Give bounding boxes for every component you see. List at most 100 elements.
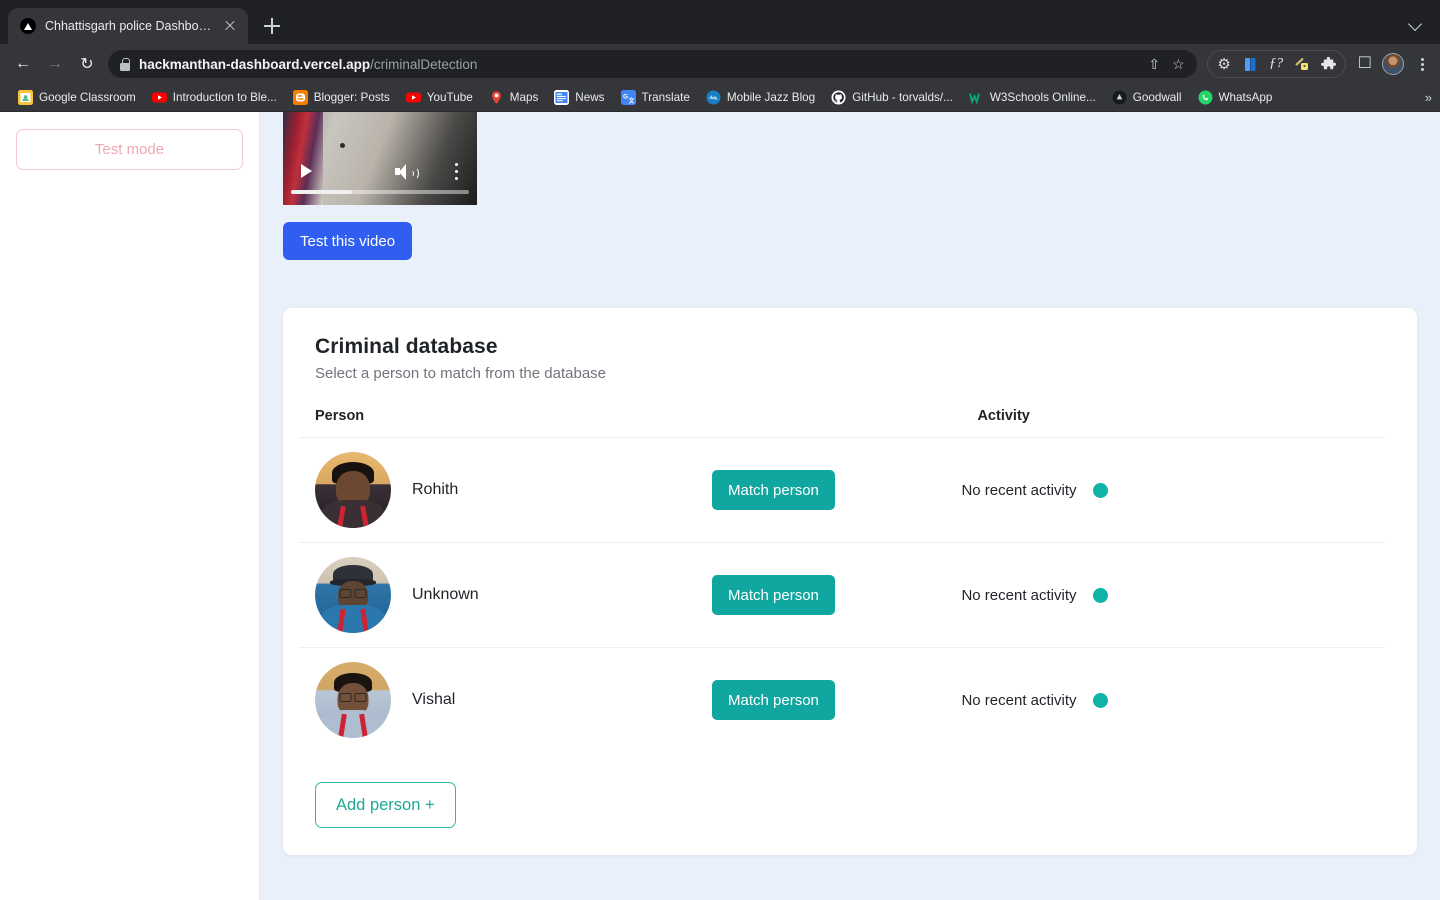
- bookmark-item[interactable]: News: [546, 87, 612, 109]
- bookmark-item[interactable]: GitHub - torvalds/...: [823, 87, 961, 109]
- card-title: Criminal database: [315, 335, 498, 358]
- lock-icon: [120, 58, 130, 71]
- activity-text: No recent activity: [961, 481, 1077, 499]
- new-tab-button[interactable]: [258, 12, 286, 40]
- avatar: [315, 452, 391, 528]
- function-icon[interactable]: ƒ?: [1268, 56, 1285, 73]
- bookmark-item[interactable]: W3Schools Online...: [961, 87, 1104, 109]
- browser-toolbar: ← → ↻ hackmanthan-dashboard.vercel.app/c…: [0, 44, 1440, 84]
- w3schools-icon: [968, 90, 984, 105]
- bookmark-label: WhatsApp: [1218, 91, 1273, 104]
- tab-strip: Chhattisgarh police Dashboard: [0, 0, 1440, 44]
- reload-icon[interactable]: ↻: [72, 49, 102, 79]
- omnibox-actions: ⇧ ☆: [1138, 57, 1184, 71]
- puzzle-piece-icon[interactable]: [1320, 56, 1337, 73]
- status-badge: [1092, 692, 1108, 708]
- bookmark-label: GitHub - torvalds/...: [852, 91, 953, 104]
- add-person-button[interactable]: Add person +: [315, 782, 456, 828]
- person-cell: Unknown Match person: [299, 542, 962, 648]
- browser-window: Chhattisgarh police Dashboard ← → ↻ hack…: [0, 0, 1440, 900]
- browser-tab[interactable]: Chhattisgarh police Dashboard: [8, 8, 248, 44]
- classroom-icon: [18, 90, 33, 105]
- page-viewport: Test mode Test this video Criminal datab…: [0, 112, 1440, 900]
- bookmark-label: YouTube: [426, 91, 473, 104]
- match-person-button[interactable]: Match person: [712, 575, 835, 615]
- bookmarks-bar: Google Classroom Introduction to Ble... …: [0, 84, 1440, 112]
- bookmark-label: W3Schools Online...: [989, 91, 1096, 104]
- bookmarks-overflow-icon[interactable]: »: [1425, 90, 1432, 105]
- person-cell: Rohith Match person: [299, 437, 962, 543]
- url-path: /criminalDetection: [370, 56, 478, 72]
- blogger-icon: [292, 90, 308, 105]
- status-badge: [1092, 482, 1108, 498]
- translate-icon: G文: [620, 90, 636, 105]
- share-icon[interactable]: ⇧: [1148, 57, 1160, 71]
- bookmark-label: Mobile Jazz Blog: [726, 91, 816, 104]
- url-text: hackmanthan-dashboard.vercel.app/crimina…: [139, 57, 477, 72]
- side-panel-icon[interactable]: ☐: [1358, 56, 1372, 72]
- chevron-down-icon[interactable]: [1406, 12, 1428, 34]
- avatar: [315, 662, 391, 738]
- bookmark-item[interactable]: Goodwall: [1104, 87, 1190, 109]
- play-icon[interactable]: [301, 164, 312, 178]
- activity-cell: No recent activity: [961, 542, 1385, 648]
- key-lock-icon[interactable]: [1294, 56, 1311, 73]
- status-badge: [1092, 587, 1108, 603]
- bookmark-star-icon[interactable]: ☆: [1172, 57, 1185, 71]
- youtube-icon: [151, 90, 167, 105]
- forward-icon[interactable]: →: [40, 49, 70, 79]
- bookmark-item[interactable]: Introduction to Ble...: [144, 87, 285, 109]
- table-header-row: Person Activity: [299, 408, 1385, 438]
- bookmark-item[interactable]: Mobile Jazz Blog: [698, 87, 823, 109]
- address-bar[interactable]: hackmanthan-dashboard.vercel.app/crimina…: [108, 50, 1197, 78]
- avatar: [315, 557, 391, 633]
- bookmark-label: Maps: [509, 91, 539, 104]
- video-progress-bar[interactable]: [291, 190, 469, 194]
- criminal-database-card: Criminal database Select a person to mat…: [283, 308, 1417, 855]
- table-row: Unknown Match person No recent activity: [299, 542, 1385, 648]
- bookmark-label: Blogger: Posts: [313, 91, 390, 104]
- test-mode-button[interactable]: Test mode: [16, 129, 243, 170]
- svg-text:G: G: [623, 94, 628, 101]
- video-progress-fill: [291, 190, 352, 194]
- tab-title: Chhattisgarh police Dashboard: [45, 19, 213, 33]
- video-player[interactable]: [283, 112, 477, 205]
- bookmark-item[interactable]: Blogger: Posts: [285, 87, 398, 109]
- svg-text:文: 文: [627, 97, 635, 105]
- gear-icon[interactable]: ⚙: [1216, 56, 1233, 73]
- more-options-icon[interactable]: [455, 163, 459, 181]
- activity-cell: No recent activity: [961, 437, 1385, 543]
- bookmark-item[interactable]: G文 Translate: [613, 87, 698, 109]
- volume-icon[interactable]: [395, 163, 419, 180]
- maps-icon: [489, 90, 504, 105]
- github-icon: [831, 90, 846, 105]
- vercel-triangle-icon: [20, 18, 36, 34]
- whatsapp-icon: [1198, 90, 1213, 105]
- video-section: Test this video: [283, 112, 1417, 260]
- news-icon: [554, 90, 570, 105]
- bookmark-item[interactable]: WhatsApp: [1190, 87, 1281, 109]
- video-frame-detail: [340, 143, 345, 148]
- test-this-video-button[interactable]: Test this video: [283, 222, 413, 260]
- goodwall-icon: [1112, 90, 1127, 105]
- person-cell: Vishal Match person: [299, 648, 961, 753]
- activity-text: No recent activity: [961, 586, 1077, 604]
- back-icon[interactable]: ←: [8, 49, 38, 79]
- card-subtitle: Select a person to match from the databa…: [315, 365, 606, 382]
- bookmark-label: Introduction to Ble...: [172, 91, 277, 104]
- bookmark-item[interactable]: Maps: [481, 87, 547, 109]
- main-content: Test this video Criminal database Select…: [260, 112, 1440, 900]
- bookmark-item[interactable]: Google Classroom: [10, 87, 144, 109]
- profile-avatar[interactable]: [1382, 53, 1404, 75]
- match-person-button[interactable]: Match person: [712, 680, 835, 720]
- blue-book-icon[interactable]: [1242, 56, 1259, 73]
- table-row: Vishal Match person No recent activity: [299, 648, 1385, 753]
- table-row: Rohith Match person No recent activity: [299, 437, 1385, 543]
- close-icon[interactable]: [222, 18, 238, 34]
- person-name: Vishal: [412, 691, 456, 708]
- browser-menu-icon[interactable]: [1412, 54, 1432, 74]
- app-sidebar: Test mode: [0, 112, 260, 900]
- person-name: Unknown: [412, 586, 479, 603]
- bookmark-item[interactable]: YouTube: [398, 87, 481, 109]
- match-person-button[interactable]: Match person: [712, 470, 835, 510]
